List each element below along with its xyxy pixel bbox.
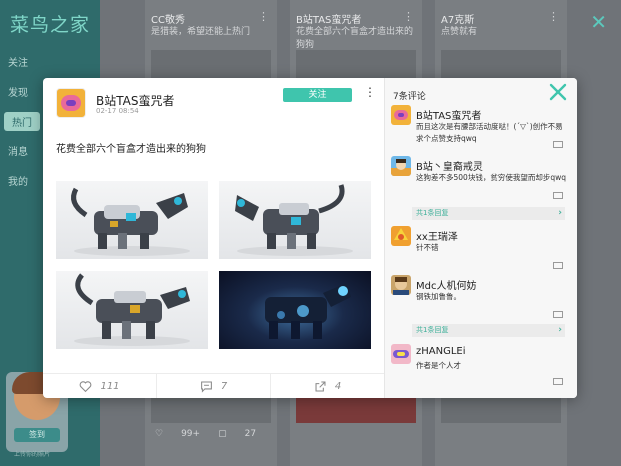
share-icon xyxy=(315,381,326,391)
nav-item-discover[interactable]: 发现 xyxy=(8,84,28,99)
view-replies-button[interactable]: 共1条回复 › xyxy=(412,324,565,337)
post-action-bar: 111 7 4 xyxy=(43,373,384,398)
card-subtitle: 是猎装，希望还能上热门 xyxy=(151,27,251,37)
card-title: A7克斯 xyxy=(441,15,475,26)
post-time: 02-17 08:54 xyxy=(96,107,139,115)
comment-user[interactable]: B站丶皇裔戒灵 xyxy=(416,158,483,173)
comment-avatar[interactable] xyxy=(391,226,411,246)
comment-user[interactable]: xx王瑞泽 xyxy=(416,228,458,243)
view-replies-button[interactable]: 共1条回复 › xyxy=(412,207,565,220)
close-icon[interactable] xyxy=(548,82,568,102)
like-count: 111 xyxy=(100,380,120,392)
comment-text: 钢铁加鲁鲁。 xyxy=(416,292,461,301)
app-title: 菜鸟之家 xyxy=(10,14,91,36)
like-icon[interactable]: ♡ xyxy=(155,429,163,439)
card-image-lower xyxy=(296,395,416,423)
avatar-caption: 上传你的照片 xyxy=(14,451,51,458)
card-subtitle: 点赞就有 xyxy=(441,27,478,37)
comment-icon xyxy=(200,381,212,393)
card-menu-icon[interactable]: ⋮ xyxy=(403,10,414,23)
like-button[interactable]: 111 xyxy=(43,374,156,398)
card-title: B站TAS蛮咒者 xyxy=(296,15,362,26)
post-photo-3[interactable] xyxy=(56,271,208,349)
comment-text: 而且这次是有腰部活动度哒！(ˊ▽ˋ)创作不易求个点赞支持qwq xyxy=(416,122,563,143)
comment-user[interactable]: B站TAS蛮咒者 xyxy=(416,107,481,122)
lego-dog-glow-image xyxy=(265,283,351,339)
comment-user[interactable]: Mdc人机何妨 xyxy=(416,277,476,292)
comment-avatar[interactable] xyxy=(391,156,411,176)
replies-label: 共1条回复 xyxy=(416,326,449,334)
card-image-lower xyxy=(441,395,561,423)
card-menu-icon[interactable]: ⋮ xyxy=(258,10,269,23)
comment-user[interactable]: zHANGLEi xyxy=(416,346,466,357)
nav-item-follow[interactable]: 关注 xyxy=(8,54,28,69)
chevron-right-icon: › xyxy=(558,325,562,335)
follow-button[interactable]: 关注 xyxy=(283,88,352,102)
lego-dog-image xyxy=(235,184,353,256)
post-photo-2[interactable] xyxy=(219,181,371,259)
nav-item-mine[interactable]: 我的 xyxy=(8,173,28,188)
comment-text: 针不错 xyxy=(416,243,439,252)
card-subtitle: 花费全部六个盲盒才造出来的狗狗 xyxy=(296,27,414,50)
comment-avatar[interactable] xyxy=(391,344,411,364)
post-photo-4[interactable] xyxy=(219,271,371,349)
post-detail-modal: B站TAS蛮咒者 02-17 08:54 关注 ⋮ 花费全部六个盲盒才造出来的狗… xyxy=(43,78,577,398)
card-likes: 99+ xyxy=(181,429,201,439)
reply-icon[interactable] xyxy=(553,192,563,200)
reply-icon[interactable] xyxy=(553,141,563,149)
post-photo-1[interactable] xyxy=(56,181,208,259)
heart-icon xyxy=(80,380,92,392)
author-avatar[interactable] xyxy=(56,88,86,118)
comment-button[interactable]: 7 xyxy=(156,374,270,398)
post-panel: B站TAS蛮咒者 02-17 08:54 关注 ⋮ 花费全部六个盲盒才造出来的狗… xyxy=(43,78,384,398)
share-button[interactable]: 4 xyxy=(270,374,384,398)
reply-icon[interactable] xyxy=(553,378,563,386)
comment-avatar[interactable] xyxy=(391,105,411,125)
comment-text: 作者是个人才 xyxy=(416,361,461,370)
more-menu-icon[interactable]: ⋮ xyxy=(364,86,376,98)
reply-icon[interactable] xyxy=(553,311,563,319)
comments-count: 7条评论 xyxy=(393,92,426,102)
sign-in-button[interactable]: 签到 xyxy=(14,428,60,442)
chevron-right-icon: › xyxy=(558,208,562,218)
nav-item-hot[interactable]: 热门 xyxy=(4,112,40,131)
reply-icon[interactable] xyxy=(553,262,563,270)
comment-text: 这狗差不多500块钱，贫穷使我望而却步qwq xyxy=(416,173,566,182)
nav-item-messages[interactable]: 消息 xyxy=(8,143,28,158)
close-icon[interactable]: ✕ xyxy=(590,10,607,34)
replies-label: 共1条回复 xyxy=(416,209,449,217)
comments-panel: 7条评论 B站TAS蛮咒者 而且这次是有腰部活动度哒！(ˊ▽ˋ)创作不易求个点赞… xyxy=(385,78,577,398)
lego-dog-image xyxy=(71,187,190,256)
share-count: 4 xyxy=(334,380,342,392)
card-comments: 27 xyxy=(244,429,257,439)
post-text: 花费全部六个盲盒才造出来的狗狗 xyxy=(56,144,206,155)
lego-dog-image xyxy=(74,273,190,346)
card-stats: ♡ 99+ ▢ 27 xyxy=(155,429,256,439)
card-menu-icon[interactable]: ⋮ xyxy=(548,10,559,23)
comment-icon[interactable]: ▢ xyxy=(218,429,227,439)
comment-avatar[interactable] xyxy=(391,275,411,295)
card-image-lower xyxy=(151,395,271,423)
card-title: CC敬秀 xyxy=(151,15,185,26)
comment-count: 7 xyxy=(220,380,228,392)
